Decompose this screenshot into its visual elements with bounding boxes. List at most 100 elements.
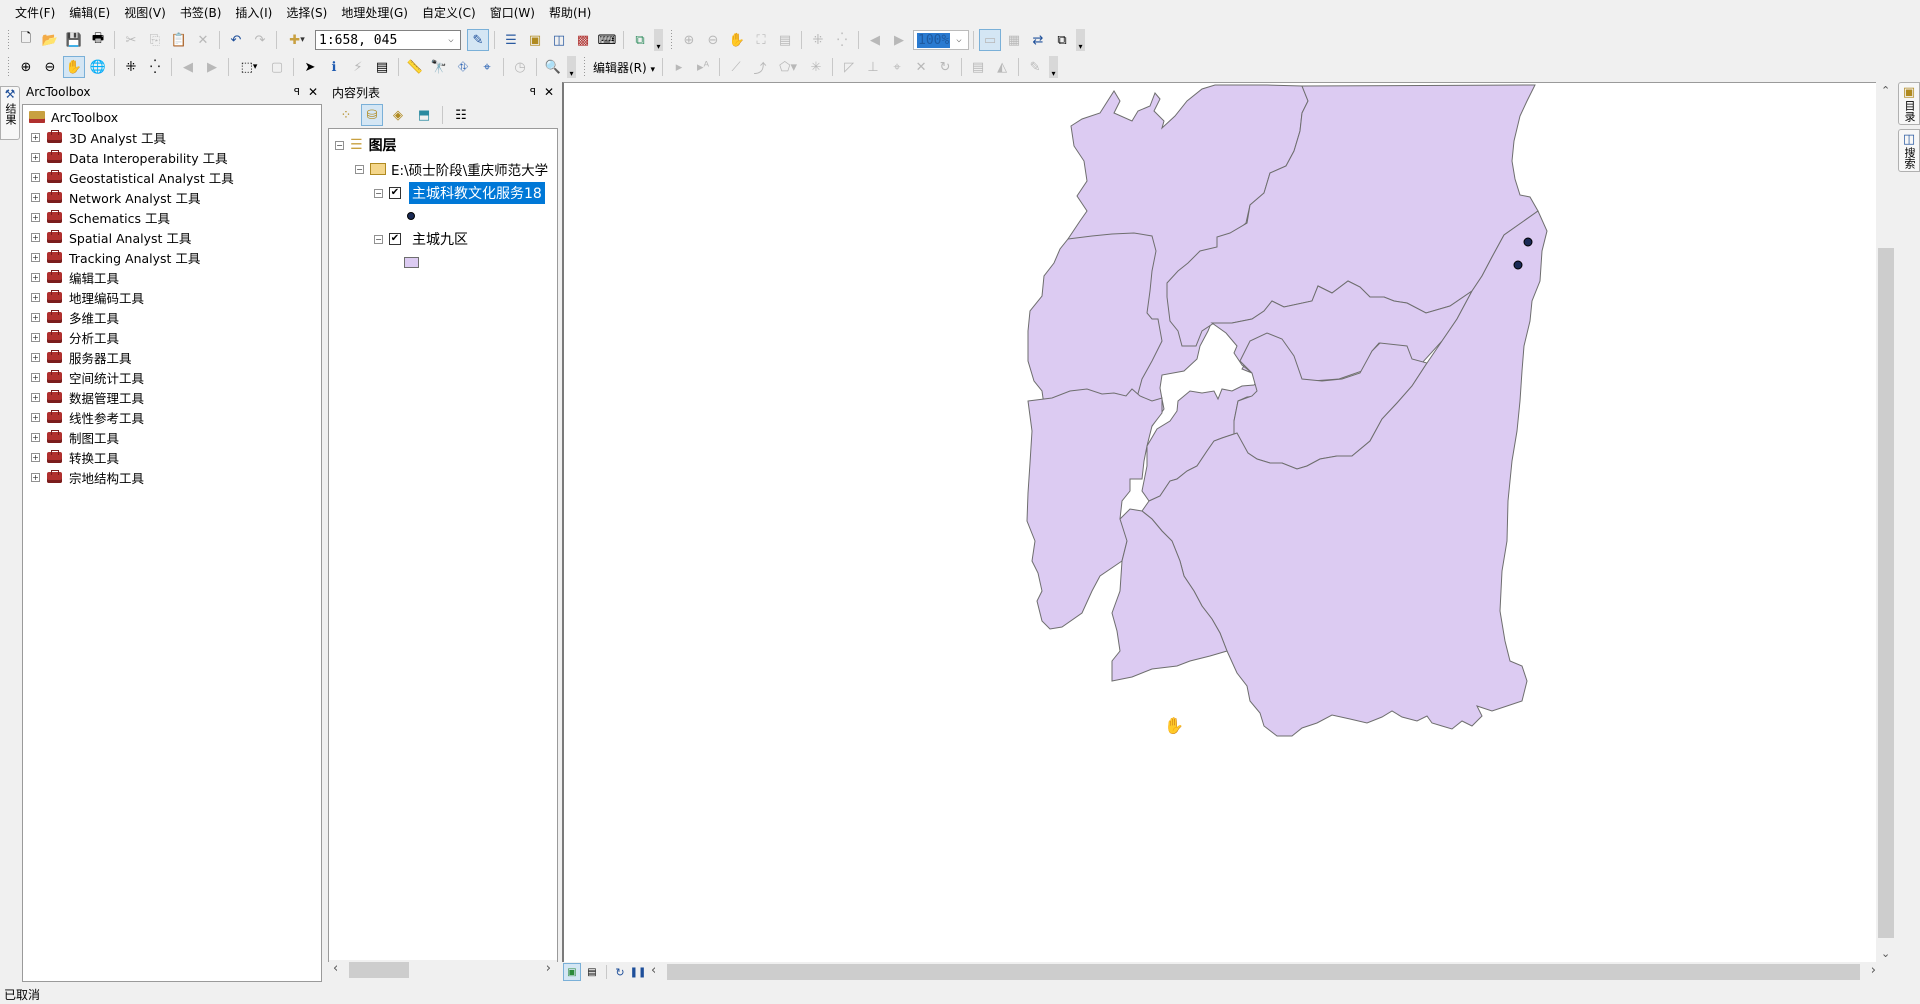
focus-data-frame-icon[interactable]: ▦ — [1003, 29, 1025, 51]
toolbox-item[interactable]: + Tracking Analyst 工具 — [23, 247, 321, 267]
delete-icon[interactable]: ✕ — [192, 29, 214, 51]
clear-selection-icon[interactable]: ▢ — [266, 56, 288, 78]
create-viewer-window-icon[interactable]: 🔍 — [542, 56, 564, 78]
catalog-dock-tab[interactable]: ▣ 目录 — [1898, 82, 1920, 125]
expand-icon[interactable]: + — [31, 432, 40, 442]
map-vertical-scrollbar[interactable]: ⌃ ⌄ — [1876, 82, 1896, 962]
toolbox-item[interactable]: +3D Analyst 工具 — [23, 127, 321, 147]
editor-menu-button[interactable]: 编辑器(R) ▾ — [590, 59, 658, 76]
menu-geoprocessing[interactable]: 地理处理(G) — [334, 2, 415, 24]
list-by-selection-icon[interactable]: ⬒ — [413, 104, 435, 126]
expand-icon[interactable]: + — [31, 412, 40, 422]
scroll-left-icon[interactable]: ‹ — [333, 961, 338, 976]
expand-icon[interactable]: + — [31, 212, 40, 222]
list-by-source-icon[interactable]: ⛁ — [361, 104, 383, 126]
menu-file[interactable]: 文件(F) — [8, 2, 62, 24]
toc-layer-row[interactable]: − ✔ 主城九区 — [329, 227, 557, 251]
toolbar-overflow-icon[interactable]: ▾ — [567, 56, 576, 78]
scrollbar-thumb[interactable] — [1878, 248, 1894, 938]
editor-toolbar-icon[interactable]: ✎ — [467, 29, 489, 51]
split-tool-icon[interactable]: ⊥ — [862, 56, 884, 78]
pan-icon[interactable]: ✋ — [63, 56, 85, 78]
new-document-icon[interactable]: 🗋 — [15, 29, 37, 51]
toolbox-item[interactable]: + 制图工具 — [23, 427, 321, 447]
find-icon[interactable]: 🔭 — [428, 56, 450, 78]
toolbox-item[interactable]: + 线性参考工具 — [23, 407, 321, 427]
expand-icon[interactable]: + — [31, 312, 40, 322]
menu-bookmarks[interactable]: 书签(B) — [173, 2, 229, 24]
toggle-draft-mode-icon[interactable]: ▭ — [979, 29, 1001, 51]
catalog-window-icon[interactable]: ▣ — [524, 29, 546, 51]
toolbar-grip[interactable] — [582, 57, 587, 77]
layout-fixed-zoom-in-icon[interactable]: ⁜ — [807, 29, 829, 51]
cut-icon[interactable]: ✂ — [120, 29, 142, 51]
edit-annotation-icon[interactable]: ▸ᴬ — [692, 56, 714, 78]
end-point-arc-icon[interactable]: ⤴ — [749, 56, 771, 78]
layout-zoom-out-icon[interactable]: ⊖ — [702, 29, 724, 51]
layer-visibility-checkbox[interactable]: ✔ — [389, 233, 401, 245]
expand-icon[interactable]: + — [31, 392, 40, 402]
toc-horizontal-scrollbar[interactable]: ‹ › — [329, 960, 557, 980]
html-popup-icon[interactable]: ▤ — [371, 56, 393, 78]
pause-drawing-icon[interactable]: ❚❚ — [630, 963, 647, 981]
find-route-icon[interactable]: ⛗ — [452, 56, 474, 78]
change-layout-icon[interactable]: ⇄ — [1027, 29, 1049, 51]
print-icon[interactable]: 🖶 — [87, 29, 109, 51]
toolbar-overflow-icon[interactable]: ▾ — [1049, 56, 1059, 78]
expand-icon[interactable]: + — [31, 172, 40, 182]
undo-icon[interactable]: ↶ — [225, 29, 247, 51]
toolbar-grip[interactable] — [6, 57, 11, 77]
search-window-icon[interactable]: ◫ — [548, 29, 570, 51]
redo-icon[interactable]: ↷ — [249, 29, 271, 51]
collapse-icon[interactable]: − — [374, 234, 383, 244]
expand-icon[interactable]: + — [31, 232, 40, 242]
scroll-right-icon[interactable]: › — [546, 961, 551, 976]
hyperlink-icon[interactable]: ⚡ — [347, 56, 369, 78]
copy-icon[interactable]: ⎘ — [144, 29, 166, 51]
scrollbar-thumb[interactable] — [349, 962, 409, 978]
expand-icon[interactable]: + — [31, 472, 40, 482]
pin-icon[interactable]: ꟼ — [294, 87, 300, 98]
toolbar-overflow-icon[interactable]: ▾ — [654, 29, 663, 51]
fixed-zoom-in-icon[interactable]: ⁜ — [120, 56, 142, 78]
layout-back-icon[interactable]: ◀ — [864, 29, 886, 51]
open-icon[interactable]: 📂 — [39, 29, 61, 51]
expand-icon[interactable]: + — [31, 192, 40, 202]
menu-view[interactable]: 视图(V) — [117, 2, 173, 24]
toolbar-grip[interactable] — [669, 30, 674, 50]
map-point-marker[interactable] — [1513, 260, 1523, 270]
toolbox-item[interactable]: + 编辑工具 — [23, 267, 321, 287]
layer-visibility-checkbox[interactable]: ✔ — [389, 187, 401, 199]
go-back-icon[interactable]: ◀ — [177, 56, 199, 78]
toolbar-overflow-icon[interactable]: ▾ — [1076, 29, 1085, 51]
zoom-in-icon[interactable]: ⊕ — [15, 56, 37, 78]
zoom-100-icon[interactable]: ▤ — [774, 29, 796, 51]
layout-pan-icon[interactable]: ✋ — [726, 29, 748, 51]
toc-root-layers[interactable]: − ☰ 图层 — [329, 133, 557, 157]
collapse-icon[interactable]: − — [335, 140, 344, 150]
expand-icon[interactable]: + — [31, 372, 40, 382]
toolbox-item[interactable]: + 多维工具 — [23, 307, 321, 327]
expand-icon[interactable]: + — [31, 132, 40, 142]
polygon-symbol-icon[interactable] — [404, 256, 419, 268]
toolbox-item[interactable]: + Data Interoperability 工具 — [23, 147, 321, 167]
list-by-drawing-order-icon[interactable]: ⁘ — [335, 104, 357, 126]
expand-icon[interactable]: + — [31, 292, 40, 302]
chevron-down-icon[interactable]: ⌵ — [952, 31, 966, 49]
toolbox-item[interactable]: + 数据管理工具 — [23, 387, 321, 407]
python-window-icon[interactable]: ⌨ — [596, 29, 618, 51]
attributes-icon[interactable]: ▤ — [967, 56, 989, 78]
measure-icon[interactable]: 📏 — [404, 56, 426, 78]
menu-edit[interactable]: 编辑(E) — [62, 2, 117, 24]
toolbox-item[interactable]: + 宗地结构工具 — [23, 467, 321, 487]
toolbox-item[interactable]: + 转换工具 — [23, 447, 321, 467]
expand-icon[interactable]: + — [31, 452, 40, 462]
close-icon[interactable]: ✕ — [544, 85, 554, 99]
time-slider-icon[interactable]: ◷ — [509, 56, 531, 78]
chevron-down-icon[interactable]: ⌵ — [444, 31, 458, 49]
map-point-marker[interactable] — [1523, 237, 1533, 247]
menu-selection[interactable]: 选择(S) — [279, 2, 334, 24]
search-dock-tab[interactable]: ◫ 搜索 — [1898, 129, 1920, 172]
menu-help[interactable]: 帮助(H) — [542, 2, 598, 24]
map-scale-combo[interactable]: 1:658, 045 ⌵ — [315, 30, 461, 50]
